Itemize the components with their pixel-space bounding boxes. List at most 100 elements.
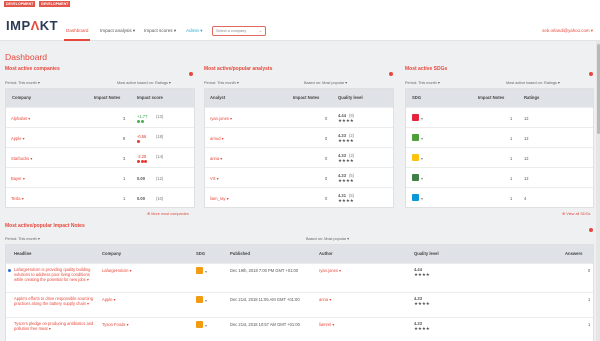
note-headline-link[interactable]: LafargeHolcim is providing quality build… xyxy=(14,267,98,283)
nav-dashboard[interactable]: Dashboard xyxy=(66,28,88,33)
analysts-table: Analyst Impact Notes Quality level ryan.… xyxy=(204,88,394,208)
author-link[interactable]: anna ▾ xyxy=(319,297,331,302)
chevron-down-icon[interactable]: ▾ xyxy=(205,298,207,303)
col-impact-notes: Impact Notes xyxy=(293,95,320,100)
notes-title: Most active/popular Impact Notes xyxy=(5,223,85,229)
unread-indicator xyxy=(8,269,11,272)
chevron-down-icon[interactable]: ▾ xyxy=(421,116,423,121)
impact-notes-count: 1 xyxy=(123,196,126,201)
table-row: Tyson's pledge on producing antibiotics … xyxy=(6,317,593,341)
sdg-icon[interactable] xyxy=(412,114,419,121)
table-row: Tesla ▾ 1 0.00 (10) xyxy=(6,187,194,208)
chevron-down-icon[interactable]: ▾ xyxy=(421,156,423,161)
impakt-logo[interactable]: IMPΛKT xyxy=(6,18,58,33)
analyst-link[interactable]: arnud ▾ xyxy=(210,136,224,141)
company-link[interactable]: Tyson Foods ▾ xyxy=(102,322,129,327)
table-row: anna ▾ 0 4.33 (3) ★★★★ xyxy=(205,147,393,167)
table-row: arnud ▾ 0 4.33 (2) ★★★★ xyxy=(205,127,393,147)
ratings-count: 4 xyxy=(524,196,527,201)
company-link[interactable]: LafargeHolcim ▾ xyxy=(102,268,132,273)
chevron-down-icon[interactable]: ▾ xyxy=(205,269,207,274)
company-link[interactable]: Apple ▾ xyxy=(102,297,116,302)
chevron-down-icon[interactable]: ▾ xyxy=(421,136,423,141)
analyst-link[interactable]: anna ▾ xyxy=(210,156,222,161)
star-rating: ★★★★ xyxy=(414,301,430,306)
sdgs-settings-icon[interactable] xyxy=(589,72,593,76)
col-impact-notes: Impact Notes xyxy=(478,95,505,100)
chevron-down-icon[interactable]: ▾ xyxy=(421,176,423,181)
analysts-sort-filter[interactable]: Based on: Most popular ▾ xyxy=(304,80,347,85)
notes-sort-filter[interactable]: Based on: Most popular ▾ xyxy=(306,236,349,241)
published-date: Dec 21st, 2018 11:05 AM GMT +01:00 xyxy=(230,297,300,302)
companies-sort-filter[interactable]: Most active based on: Ratings ▾ xyxy=(117,80,171,85)
analysts-settings-icon[interactable] xyxy=(389,72,393,76)
star-rating: ★★★★ xyxy=(338,118,354,123)
col-ratings: Ratings xyxy=(524,95,540,100)
scrollbar-thumb[interactable] xyxy=(596,44,600,134)
table-row: ▾ 1 12 xyxy=(406,147,593,167)
company-link[interactable]: Bayer ▾ xyxy=(11,176,25,181)
impact-score: 0.00 xyxy=(137,196,145,201)
col-analyst: Analyst xyxy=(210,95,226,100)
sdg-icon[interactable] xyxy=(412,174,419,181)
sdg-icon[interactable] xyxy=(412,194,419,201)
chevron-down-icon: ⌄ xyxy=(258,29,262,33)
impact-notes-count: 1 xyxy=(510,196,513,201)
score-dots xyxy=(137,139,141,144)
star-rating: ★★★★ xyxy=(414,272,430,277)
author-link[interactable]: ryan.jones ▾ xyxy=(319,268,341,273)
sdgs-period-filter[interactable]: Period: This month ▾ xyxy=(405,80,440,85)
score-dots xyxy=(137,159,148,164)
chevron-down-icon[interactable]: ▾ xyxy=(205,323,207,328)
page-title: Dashboard xyxy=(5,52,48,62)
sdg-icon[interactable] xyxy=(412,134,419,141)
author-link[interactable]: liamrel ▾ xyxy=(319,322,334,327)
company-link[interactable]: Tesla ▾ xyxy=(11,196,24,201)
table-row: VS ▾ 0 4.33 (5) ★★★★ xyxy=(205,167,393,187)
star-rating: ★★★★ xyxy=(414,326,430,331)
table-row: ryan.jones ▾ 0 4.44 (9) ★★★★ xyxy=(205,107,393,127)
impact-score-count: (10) xyxy=(156,196,164,201)
nav-admin[interactable]: Admin ▾ xyxy=(186,28,203,34)
col-sdg: SDG xyxy=(196,251,206,256)
company-link[interactable]: Apple ▾ xyxy=(11,136,25,141)
notes-table-header: Headline Company SDG Published Author Qu… xyxy=(6,245,593,263)
more-companies-link[interactable]: ⊕ More most companies xyxy=(147,211,189,216)
table-row: liam_ray ▾ 0 4.31 (5) ★★★★ xyxy=(205,187,393,208)
company-link[interactable]: Alphabet ▾ xyxy=(11,116,30,121)
sdgs-sort-filter[interactable]: Most active based on: Ratings ▾ xyxy=(506,80,560,85)
user-menu[interactable]: seb.orlandi@yahoo.com ▾ xyxy=(542,28,593,34)
col-headline: Headline xyxy=(14,251,32,256)
notes-period-filter[interactable]: Period: This month ▾ xyxy=(5,236,40,241)
sdg-icon[interactable] xyxy=(196,296,203,303)
sdg-icon[interactable] xyxy=(196,321,203,328)
col-impact-notes: Impact Notes xyxy=(94,95,121,100)
notes-settings-icon[interactable] xyxy=(589,228,593,232)
companies-title: Most active companies xyxy=(5,66,60,72)
company-select[interactable]: Select a company ⌄ xyxy=(212,26,266,36)
published-date: Dec 21st, 2018 10:57 AM GMT +01:00 xyxy=(230,322,300,327)
table-row: ▾ 1 4 xyxy=(406,187,593,208)
sdg-icon[interactable] xyxy=(412,154,419,161)
note-headline-link[interactable]: Tyson's pledge on producing antibiotics … xyxy=(14,321,98,331)
nav-impact-scores[interactable]: Impact scores ▾ xyxy=(144,28,176,34)
table-row: Alphabet ▾ 3 +1.77 (13) xyxy=(6,107,194,127)
chevron-down-icon[interactable]: ▾ xyxy=(421,196,423,201)
companies-period-filter[interactable]: Period: This month ▾ xyxy=(5,80,40,85)
star-rating: ★★★★ xyxy=(338,178,354,183)
analyst-link[interactable]: VS ▾ xyxy=(210,176,219,181)
view-all-sdgs-link[interactable]: ⊕ View all SDGs xyxy=(562,211,590,216)
sdg-icon[interactable] xyxy=(196,267,203,274)
impact-score: 0.00 xyxy=(137,176,145,181)
nav-impact-analysis[interactable]: Impact analysis ▾ xyxy=(100,28,135,34)
analyst-link[interactable]: ryan.jones ▾ xyxy=(210,116,232,121)
col-answers: Answers xyxy=(565,251,583,256)
company-link[interactable]: Starbucks ▾ xyxy=(11,156,32,161)
note-headline-link[interactable]: Apple's efforts to drive responsible sou… xyxy=(14,296,98,306)
companies-settings-icon[interactable] xyxy=(189,72,193,76)
analysts-table-header: Analyst Impact Notes Quality level xyxy=(205,89,393,107)
answers-count: 0 xyxy=(588,268,591,273)
analysts-period-filter[interactable]: Period: This month ▾ xyxy=(204,80,239,85)
impact-notes-count: 3 xyxy=(123,116,126,121)
analyst-link[interactable]: liam_ray ▾ xyxy=(210,196,229,201)
